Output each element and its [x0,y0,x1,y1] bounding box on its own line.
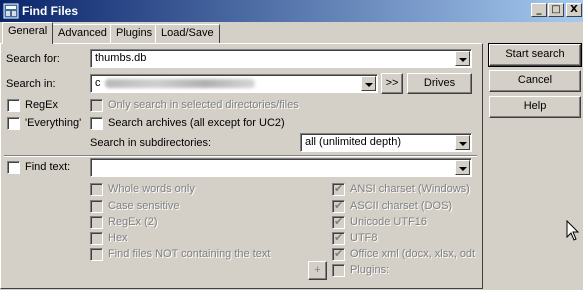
not-containing-label: Find files NOT containing the text [108,248,271,260]
not-containing-checkbox[interactable] [90,248,103,261]
ascii-checkbox[interactable]: ✔ [332,199,345,213]
minimize-button[interactable]: _ [531,3,547,17]
utf8-label: UTF8 [350,232,378,244]
ansi-label: ANSI charset (Windows) [350,183,470,195]
tab-general[interactable]: General [2,22,54,44]
subdirs-value[interactable]: all (unlimited depth) [305,136,401,148]
help-button[interactable]: Help [489,96,581,118]
search-in-dropdown-icon[interactable] [361,76,376,91]
utf16-label: Unicode UTF16 [350,216,428,228]
regex2-checkbox[interactable] [90,216,103,229]
search-for-value[interactable]: thumbs.db [95,52,146,64]
drives-button[interactable]: Drives [407,73,472,94]
subdirs-combo[interactable]: all (unlimited depth) [300,133,472,152]
cancel-button[interactable]: Cancel [489,70,581,92]
browse-arrow-button[interactable]: >> [381,73,403,94]
maximize-button[interactable]: □ [548,3,564,17]
find-files-window: Find Files _ □ X General Advanced Plugin… [0,0,583,290]
subdirs-label: Search in subdirectories: [90,137,212,149]
regex2-label: RegEx (2) [108,216,158,228]
find-text-dropdown-icon[interactable] [455,160,470,175]
window-title: Find Files [22,4,79,18]
office-xml-checkbox[interactable]: ✔ [332,247,345,261]
archives-label: Search archives (all except for UC2) [108,117,285,129]
find-text-checkbox[interactable] [7,161,20,174]
tab-advanced[interactable]: Advanced [52,24,113,43]
tab-load-save[interactable]: Load/Save [155,24,220,43]
only-selected-checkbox[interactable] [90,99,103,112]
search-in-value[interactable]: c [95,77,101,89]
title-bar[interactable]: Find Files _ □ X [0,0,583,22]
checkmark-icon: ✔ [334,247,344,260]
redacted-path [105,79,255,88]
utf8-checkbox[interactable]: ✔ [332,231,345,245]
whole-words-checkbox[interactable] [90,183,103,196]
checkmark-icon: ✔ [334,199,344,212]
search-in-label: Search in: [6,78,56,90]
subdirs-dropdown-icon[interactable] [455,135,470,150]
tab-plugins[interactable]: Plugins [110,24,159,43]
close-button[interactable]: X [566,3,582,17]
start-search-button[interactable]: Start search [488,43,582,67]
checkmark-icon: ✔ [334,215,344,228]
search-for-dropdown-icon[interactable] [455,51,470,66]
search-for-combo[interactable]: thumbs.db [90,49,472,68]
regex-checkbox[interactable] [7,99,20,112]
regex-label: RegEx [25,99,59,111]
search-for-label: Search for: [6,53,60,65]
whole-words-label: Whole words only [108,183,195,195]
hex-checkbox[interactable] [90,232,103,245]
everything-checkbox[interactable] [7,117,20,130]
utf16-checkbox[interactable]: ✔ [332,215,345,229]
find-text-combo[interactable] [90,158,472,177]
everything-label: 'Everything' [25,117,82,129]
divider [4,155,477,157]
office-xml-label: Office xml (docx, xlsx, odt [350,248,476,260]
app-icon [3,3,19,19]
search-in-combo[interactable]: c [90,74,378,93]
plugins-label: Plugins: [350,264,390,276]
checkmark-icon: ✔ [334,182,344,195]
plugins-checkbox[interactable] [332,264,345,277]
only-selected-label: Only search in selected directories/file… [108,99,299,111]
find-text-label: Find text: [25,161,71,173]
case-sensitive-checkbox[interactable] [90,200,103,213]
case-sensitive-label: Case sensitive [108,200,180,212]
ansi-checkbox[interactable]: ✔ [332,182,345,196]
checkmark-icon: ✔ [334,231,344,244]
mouse-cursor-icon [566,220,580,241]
ascii-label: ASCII charset (DOS) [350,200,453,212]
archives-checkbox[interactable] [90,117,103,130]
plus-button[interactable]: + [308,261,327,280]
hex-label: Hex [108,232,128,244]
